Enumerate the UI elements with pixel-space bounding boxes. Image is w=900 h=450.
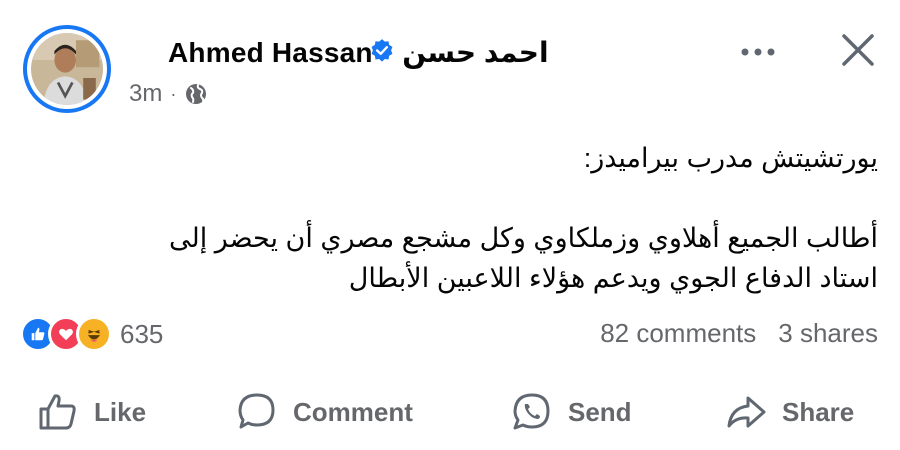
share-label: Share [782,396,855,427]
post-text-line: أطالب الجميع أهلاوي وزملكاوي وكل مشجع مص… [169,223,878,253]
post-text: يورتشيتش مدرب بيراميدز: أطالب الجميع أهل… [38,138,878,298]
comments-count-link[interactable]: 82 comments [600,318,756,349]
haha-reaction-icon [76,316,112,352]
like-label: Like [94,396,147,427]
post-stats: 82 comments 3 shares [600,318,878,349]
share-button[interactable]: Share [724,390,854,434]
more-options-icon[interactable] [738,38,778,66]
comment-bubble-icon [238,393,275,429]
post-text-line: يورتشيتش مدرب بيراميدز: [583,143,878,173]
post-timestamp[interactable]: 3m [129,80,162,108]
comment-label: Comment [293,396,413,427]
post-action-bar: Like Comment Send Share [0,378,900,450]
author-name-latin: Ahmed Hassan [168,36,373,68]
shares-count-link[interactable]: 3 shares [778,318,878,349]
globe-icon [186,84,207,104]
send-button[interactable]: Send [510,390,632,434]
whatsapp-icon [513,393,550,430]
like-button[interactable]: Like [36,390,146,434]
reactions-summary[interactable]: 635 [20,316,163,352]
share-arrow-icon [727,396,766,428]
meta-separator: · [170,83,177,104]
author-name[interactable]: Ahmed Hassan - احمد حسن [168,35,549,75]
author-name-arabic: احمد حسن [402,37,549,69]
close-icon[interactable] [838,30,878,70]
comment-button[interactable]: Comment [235,390,413,434]
send-label: Send [568,396,632,427]
reaction-count: 635 [120,318,164,349]
verified-badge-icon [371,39,393,62]
author-avatar[interactable] [23,25,111,113]
avatar-photo [31,33,103,105]
thumbs-up-icon [39,394,76,430]
post-text-line: استاد الدفاع الجوي ويدعم هؤلاء اللاعبين … [348,263,878,293]
post-meta: 3m · [129,80,208,108]
